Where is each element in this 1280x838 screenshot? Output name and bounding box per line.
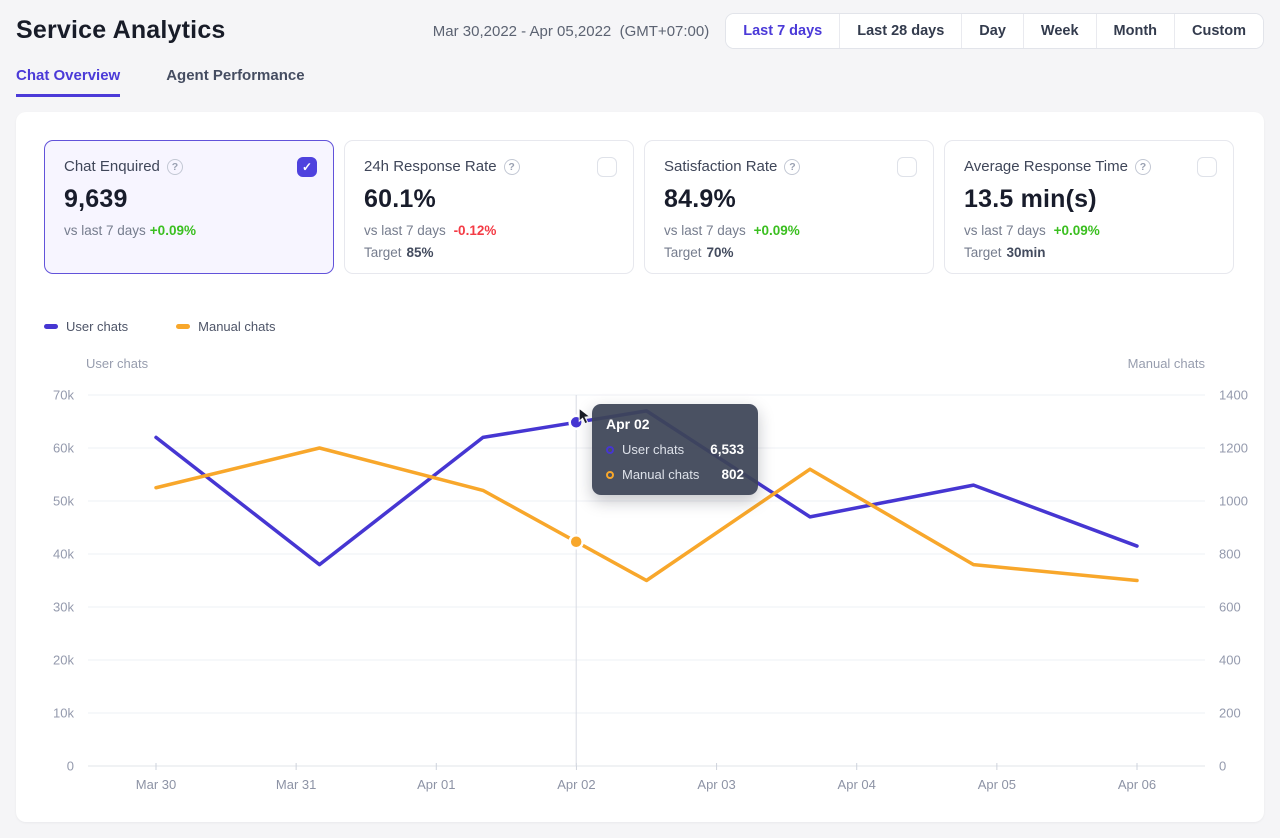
dual-axis-line-chart[interactable]: 70k 1400 60k 1200 50k 1000 40k 800 30k 600 20k 400 1… (16, 352, 1264, 820)
svg-text:0: 0 (67, 759, 74, 774)
card-checkbox-unchecked[interactable] (897, 157, 917, 177)
svg-text:1200: 1200 (1219, 441, 1248, 456)
timezone-text: (GMT+07:00) (620, 23, 710, 40)
card-title: Average Response Time (964, 158, 1128, 175)
svg-text:400: 400 (1219, 653, 1241, 668)
card-title: Satisfaction Rate (664, 158, 777, 175)
help-icon[interactable]: ? (1135, 159, 1151, 175)
legend-label: Manual chats (198, 319, 275, 334)
card-comparison: vs last 7 days -0.12% (364, 223, 614, 238)
svg-text:Mar 31: Mar 31 (276, 777, 316, 792)
card-target: Target70% (664, 245, 914, 260)
range-button-custom[interactable]: Custom (1174, 14, 1263, 48)
metric-cards-row: Chat Enquired ? ✓ 9,639 vs last 7 days+0… (44, 140, 1234, 274)
tooltip-date: Apr 02 (606, 416, 744, 432)
card-target: Target30min (964, 245, 1214, 260)
help-icon[interactable]: ? (167, 159, 183, 175)
card-target: Target85% (364, 245, 614, 260)
card-value: 13.5 min(s) (964, 185, 1214, 214)
range-button-last-7-days[interactable]: Last 7 days (726, 14, 839, 48)
date-range-text: Mar 30,2022 - Apr 05,2022 (433, 23, 611, 40)
svg-text:800: 800 (1219, 547, 1241, 562)
tooltip-row-user-chats: User chats 6,533 (606, 442, 744, 457)
user-chats-swatch-icon (44, 324, 58, 329)
manual-chats-swatch-icon (176, 324, 190, 329)
svg-text:Apr 05: Apr 05 (978, 777, 1016, 792)
card-satisfaction-rate[interactable]: Satisfaction Rate ? 84.9% vs last 7 days… (644, 140, 934, 274)
range-button-week[interactable]: Week (1023, 14, 1096, 48)
svg-text:Apr 06: Apr 06 (1118, 777, 1156, 792)
date-range-button-group: Last 7 days Last 28 days Day Week Month … (725, 13, 1264, 49)
svg-text:10k: 10k (53, 706, 74, 721)
range-button-day[interactable]: Day (961, 14, 1023, 48)
chart-tooltip: Apr 02 User chats 6,533 Manual chats 802 (592, 404, 758, 495)
svg-text:40k: 40k (53, 547, 74, 562)
svg-text:Mar 30: Mar 30 (136, 777, 176, 792)
svg-text:1000: 1000 (1219, 494, 1248, 509)
svg-text:70k: 70k (53, 388, 74, 403)
main-panel: Chat Enquired ? ✓ 9,639 vs last 7 days+0… (16, 112, 1264, 822)
card-value: 9,639 (64, 185, 314, 214)
delta-value: +0.09% (754, 223, 800, 238)
date-range-label: Mar 30,2022 - Apr 05,2022 (GMT+07:00) (433, 23, 709, 40)
tooltip-row-manual-chats: Manual chats 802 (606, 467, 744, 482)
card-title: 24h Response Rate (364, 158, 497, 175)
svg-text:User chats: User chats (86, 356, 149, 371)
svg-text:1400: 1400 (1219, 388, 1248, 403)
delta-value: +0.09% (1054, 223, 1100, 238)
range-button-last-28-days[interactable]: Last 28 days (839, 14, 961, 48)
header-right: Mar 30,2022 - Apr 05,2022 (GMT+07:00) La… (433, 13, 1264, 49)
card-checkbox-checked[interactable]: ✓ (297, 157, 317, 177)
page-title: Service Analytics (16, 16, 226, 45)
help-icon[interactable]: ? (504, 159, 520, 175)
svg-text:50k: 50k (53, 494, 74, 509)
manual-chats-ring-icon (606, 471, 614, 479)
legend-item-user-chats[interactable]: User chats (44, 319, 128, 334)
card-comparison: vs last 7 days+0.09% (64, 223, 314, 238)
card-average-response-time[interactable]: Average Response Time ? 13.5 min(s) vs l… (944, 140, 1234, 274)
svg-text:30k: 30k (53, 600, 74, 615)
svg-text:Manual chats: Manual chats (1128, 356, 1206, 371)
tab-chat-overview[interactable]: Chat Overview (16, 67, 120, 97)
card-title: Chat Enquired (64, 158, 160, 175)
card-24h-response-rate[interactable]: 24h Response Rate ? 60.1% vs last 7 days… (344, 140, 634, 274)
legend-label: User chats (66, 319, 128, 334)
delta-value: +0.09% (150, 223, 196, 238)
card-checkbox-unchecked[interactable] (597, 157, 617, 177)
svg-text:Apr 03: Apr 03 (697, 777, 735, 792)
card-checkbox-unchecked[interactable] (1197, 157, 1217, 177)
service-analytics-page: { "header": { "title": "Service Analytic… (0, 0, 1280, 838)
svg-text:600: 600 (1219, 600, 1241, 615)
svg-text:Apr 01: Apr 01 (417, 777, 455, 792)
svg-text:0: 0 (1219, 759, 1226, 774)
range-button-month[interactable]: Month (1096, 14, 1174, 48)
card-chat-enquired[interactable]: Chat Enquired ? ✓ 9,639 vs last 7 days+0… (44, 140, 334, 274)
help-icon[interactable]: ? (784, 159, 800, 175)
svg-text:Apr 04: Apr 04 (838, 777, 876, 792)
svg-text:60k: 60k (53, 441, 74, 456)
chart-legend: User chats Manual chats (44, 319, 275, 334)
svg-text:Apr 02: Apr 02 (557, 777, 595, 792)
card-comparison: vs last 7 days +0.09% (964, 223, 1214, 238)
tab-bar: Chat Overview Agent Performance (16, 67, 305, 97)
card-comparison: vs last 7 days +0.09% (664, 223, 914, 238)
tab-agent-performance[interactable]: Agent Performance (166, 67, 304, 97)
user-chats-ring-icon (606, 446, 614, 454)
svg-text:200: 200 (1219, 706, 1241, 721)
card-value: 84.9% (664, 185, 914, 214)
legend-item-manual-chats[interactable]: Manual chats (176, 319, 275, 334)
delta-value: -0.12% (454, 223, 497, 238)
card-value: 60.1% (364, 185, 614, 214)
svg-text:20k: 20k (53, 653, 74, 668)
